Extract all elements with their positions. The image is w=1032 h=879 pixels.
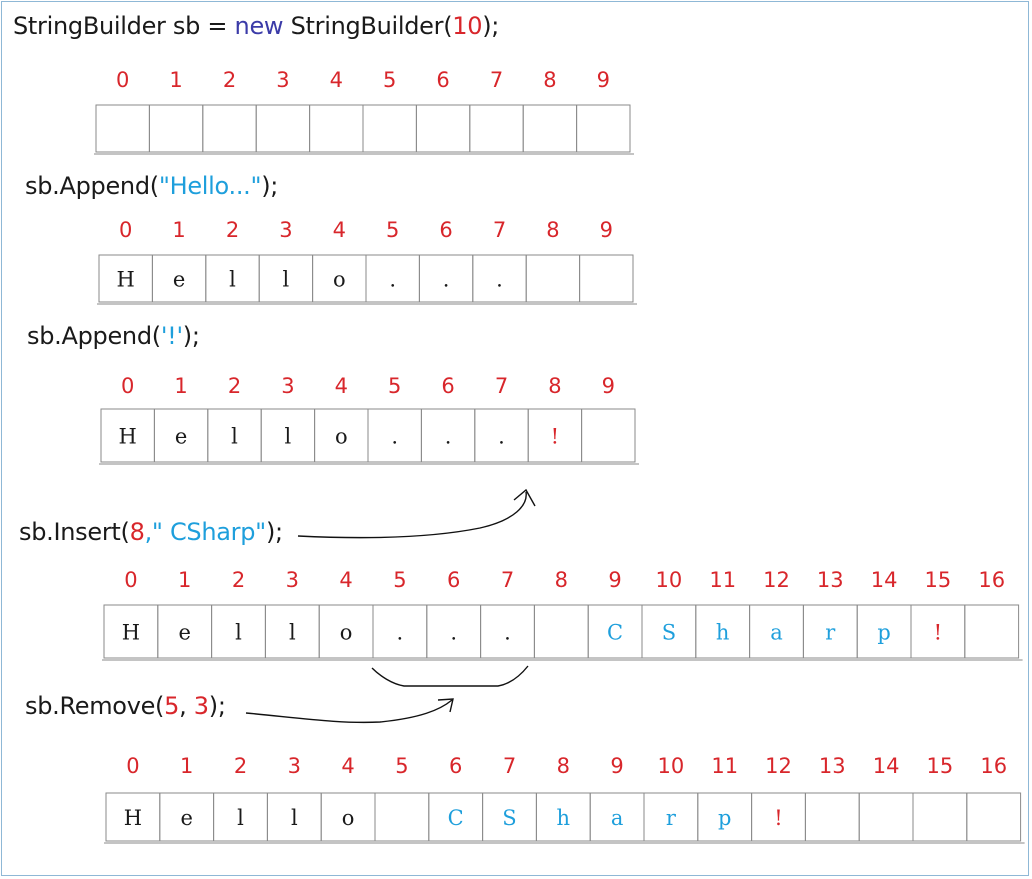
index-label: 16 [980, 754, 1007, 778]
index-label: 6 [449, 754, 462, 778]
array-cell [804, 792, 860, 842]
cell-char: e [180, 806, 192, 830]
array-cell [858, 792, 914, 842]
index-label: 7 [503, 754, 516, 778]
index-label: 11 [711, 754, 738, 778]
cell-char: H [124, 806, 142, 830]
cell-char: a [611, 806, 624, 830]
array-cell [966, 792, 1022, 842]
cell-char: p [718, 806, 731, 830]
index-label: 1 [180, 754, 193, 778]
cell-char: S [502, 806, 516, 830]
cell-char: l [237, 806, 244, 830]
array-cell [374, 792, 430, 842]
index-label: 13 [819, 754, 846, 778]
index-label: 2 [234, 754, 247, 778]
cell-char: h [557, 806, 571, 830]
index-label: 3 [288, 754, 301, 778]
cell-char: l [291, 806, 298, 830]
index-label: 14 [873, 754, 900, 778]
array-row-after-remove: 0 1 2 3 4 5 6 7 8 9 10 11 12 13 14 15 16H e l l o C Sh a r p! [104, 754, 1025, 844]
cell-char: C [448, 806, 464, 830]
index-label: 12 [765, 754, 792, 778]
index-label: 8 [557, 754, 570, 778]
array-cell [912, 792, 968, 842]
index-label: 5 [395, 754, 408, 778]
index-label: 10 [658, 754, 685, 778]
index-label: 9 [610, 754, 623, 778]
cell-char: o [342, 806, 355, 830]
index-label: 15 [927, 754, 954, 778]
cell-char: ! [774, 806, 782, 830]
index-label: 0 [126, 754, 139, 778]
index-label: 4 [341, 754, 354, 778]
cell-char: r [666, 806, 677, 830]
